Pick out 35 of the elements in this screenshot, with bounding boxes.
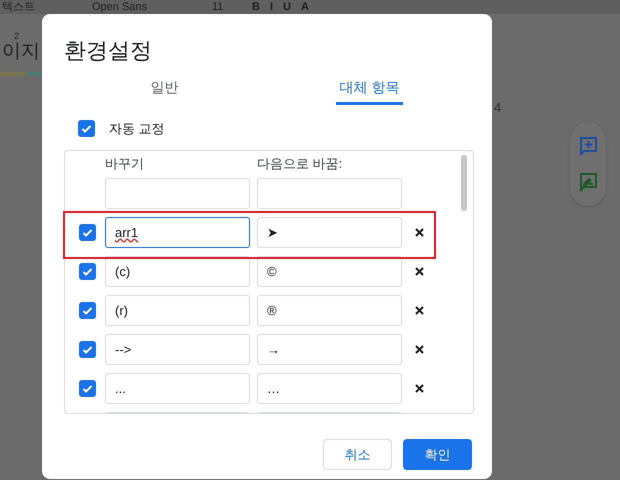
- input-field[interactable]: (c): [105, 256, 250, 287]
- delete-icon[interactable]: [415, 306, 424, 315]
- input-field[interactable]: ®: [257, 295, 402, 326]
- scrollbar[interactable]: [461, 154, 467, 210]
- ruler-mark: 2: [14, 30, 20, 42]
- input-field[interactable]: →: [257, 334, 402, 365]
- tab[interactable]: 일반: [146, 77, 182, 105]
- input-field[interactable]: ...: [105, 373, 250, 404]
- input-field[interactable]: [105, 178, 250, 209]
- checkbox[interactable]: [79, 302, 96, 319]
- document-text: 이지: [2, 40, 40, 64]
- page-number: 4: [494, 99, 502, 117]
- input-field[interactable]: …: [257, 373, 402, 404]
- checkbox[interactable]: [79, 224, 96, 241]
- checkbox[interactable]: [79, 341, 96, 358]
- dialog-title: 환경설정: [63, 37, 153, 65]
- checkbox-label: 자동 교정: [109, 120, 165, 138]
- input-field[interactable]: -->: [105, 334, 250, 365]
- column-header: 바꾸기: [105, 154, 145, 172]
- input-field[interactable]: [257, 178, 402, 209]
- checkbox[interactable]: [79, 380, 96, 397]
- input-field[interactable]: (r): [105, 295, 250, 326]
- input-field[interactable]: arr1: [105, 217, 250, 248]
- column-header: 다음으로 바꿈:: [257, 154, 344, 172]
- input-field[interactable]: ➤: [257, 217, 402, 248]
- cancel-button[interactable]: 취소: [323, 439, 392, 470]
- delete-icon[interactable]: [415, 267, 424, 276]
- input-field[interactable]: ©: [257, 256, 402, 287]
- delete-icon[interactable]: [415, 345, 424, 354]
- checkbox[interactable]: [79, 263, 96, 280]
- tab[interactable]: 대체 항목: [336, 77, 404, 105]
- checkbox[interactable]: [78, 120, 95, 138]
- delete-icon[interactable]: [415, 384, 424, 393]
- confirm-button[interactable]: 확인: [403, 439, 472, 470]
- delete-icon[interactable]: [415, 228, 424, 237]
